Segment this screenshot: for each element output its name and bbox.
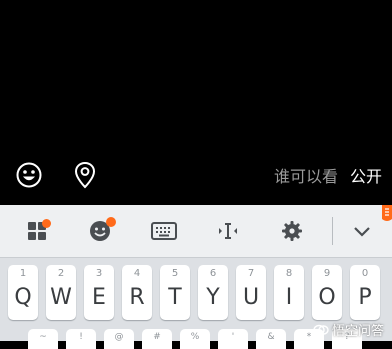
key-e[interactable]: 3 E [84, 265, 114, 320]
key-j[interactable]: & [256, 329, 286, 349]
smiley-icon [16, 162, 42, 188]
toolbar-divider [332, 217, 333, 245]
keyboard-icon [151, 222, 177, 240]
key-label: Q [14, 285, 32, 310]
key-hint: 4 [133, 268, 141, 279]
keyboard-switch-button[interactable] [148, 215, 180, 247]
key-label: U [242, 285, 260, 310]
watermark-logo-icon [313, 324, 329, 335]
key-label: Y [206, 285, 220, 310]
key-d[interactable]: @ [104, 329, 134, 349]
chevron-down-icon [354, 227, 370, 237]
key-w[interactable]: 2 W [46, 265, 76, 320]
visibility-value[interactable]: 公开 [350, 163, 382, 187]
screen: 谁可以看 公开 1 Q 2 W 3 E 4 R 5 T 6 Y 7 U 8 I … [0, 0, 392, 349]
key-label: O [318, 285, 336, 310]
skin-tag-icon[interactable] [380, 205, 392, 223]
key-r[interactable]: 4 R [122, 265, 152, 320]
key-row-1: 1 Q 2 W 3 E 4 R 5 T 6 Y 7 U 8 I 9 O 0 P [0, 265, 392, 325]
location-button[interactable] [70, 160, 100, 190]
watermark: 悟空问答 [313, 320, 384, 339]
key-f[interactable]: # [142, 329, 172, 349]
cursor-move-icon [219, 223, 237, 239]
watermark-text: 悟空问答 [331, 324, 384, 339]
key-s[interactable]: ! [66, 329, 96, 349]
key-hint: 5 [171, 268, 179, 279]
key-label: T [168, 285, 182, 310]
key-g[interactable]: % [180, 329, 210, 349]
key-hint: 6 [209, 268, 217, 279]
key-i[interactable]: 8 I [274, 265, 304, 320]
key-t[interactable]: 5 T [160, 265, 190, 320]
emoji-button[interactable] [14, 160, 44, 190]
key-label: W [50, 285, 72, 310]
key-hint: 7 [247, 268, 255, 279]
settings-gear-icon [282, 221, 302, 241]
key-label: E [92, 285, 106, 310]
compose-area[interactable]: 谁可以看 公开 [0, 0, 392, 205]
key-hint: 3 [95, 268, 103, 279]
key-hint: 1 [19, 268, 27, 279]
key-hint: 0 [361, 268, 369, 279]
key-a[interactable]: ~ [28, 329, 58, 349]
key-p[interactable]: 0 P [350, 265, 380, 320]
notification-dot [42, 219, 51, 228]
key-u[interactable]: 7 U [236, 265, 266, 320]
key-hint: 9 [323, 268, 331, 279]
apps-grid-button[interactable] [22, 215, 54, 247]
collapse-keyboard-button[interactable] [346, 215, 378, 247]
key-label: P [358, 285, 372, 310]
visibility-setting[interactable]: 谁可以看 公开 [274, 162, 382, 188]
cursor-move-button[interactable] [212, 215, 244, 247]
settings-button[interactable] [276, 215, 308, 247]
emoji-panel-button[interactable] [84, 215, 116, 247]
key-hint: 8 [285, 268, 293, 279]
compose-tools [14, 160, 100, 190]
keyboard-toolbar [0, 205, 392, 258]
key-hint: 2 [57, 268, 65, 279]
location-pin-icon [74, 161, 96, 189]
key-label: R [129, 285, 145, 310]
notification-dot [106, 217, 116, 227]
key-y[interactable]: 6 Y [198, 265, 228, 320]
key-q[interactable]: 1 Q [8, 265, 38, 320]
key-label: I [285, 285, 293, 310]
key-h[interactable]: ' [218, 329, 248, 349]
visibility-label: 谁可以看 [273, 167, 338, 186]
key-o[interactable]: 9 O [312, 265, 342, 320]
